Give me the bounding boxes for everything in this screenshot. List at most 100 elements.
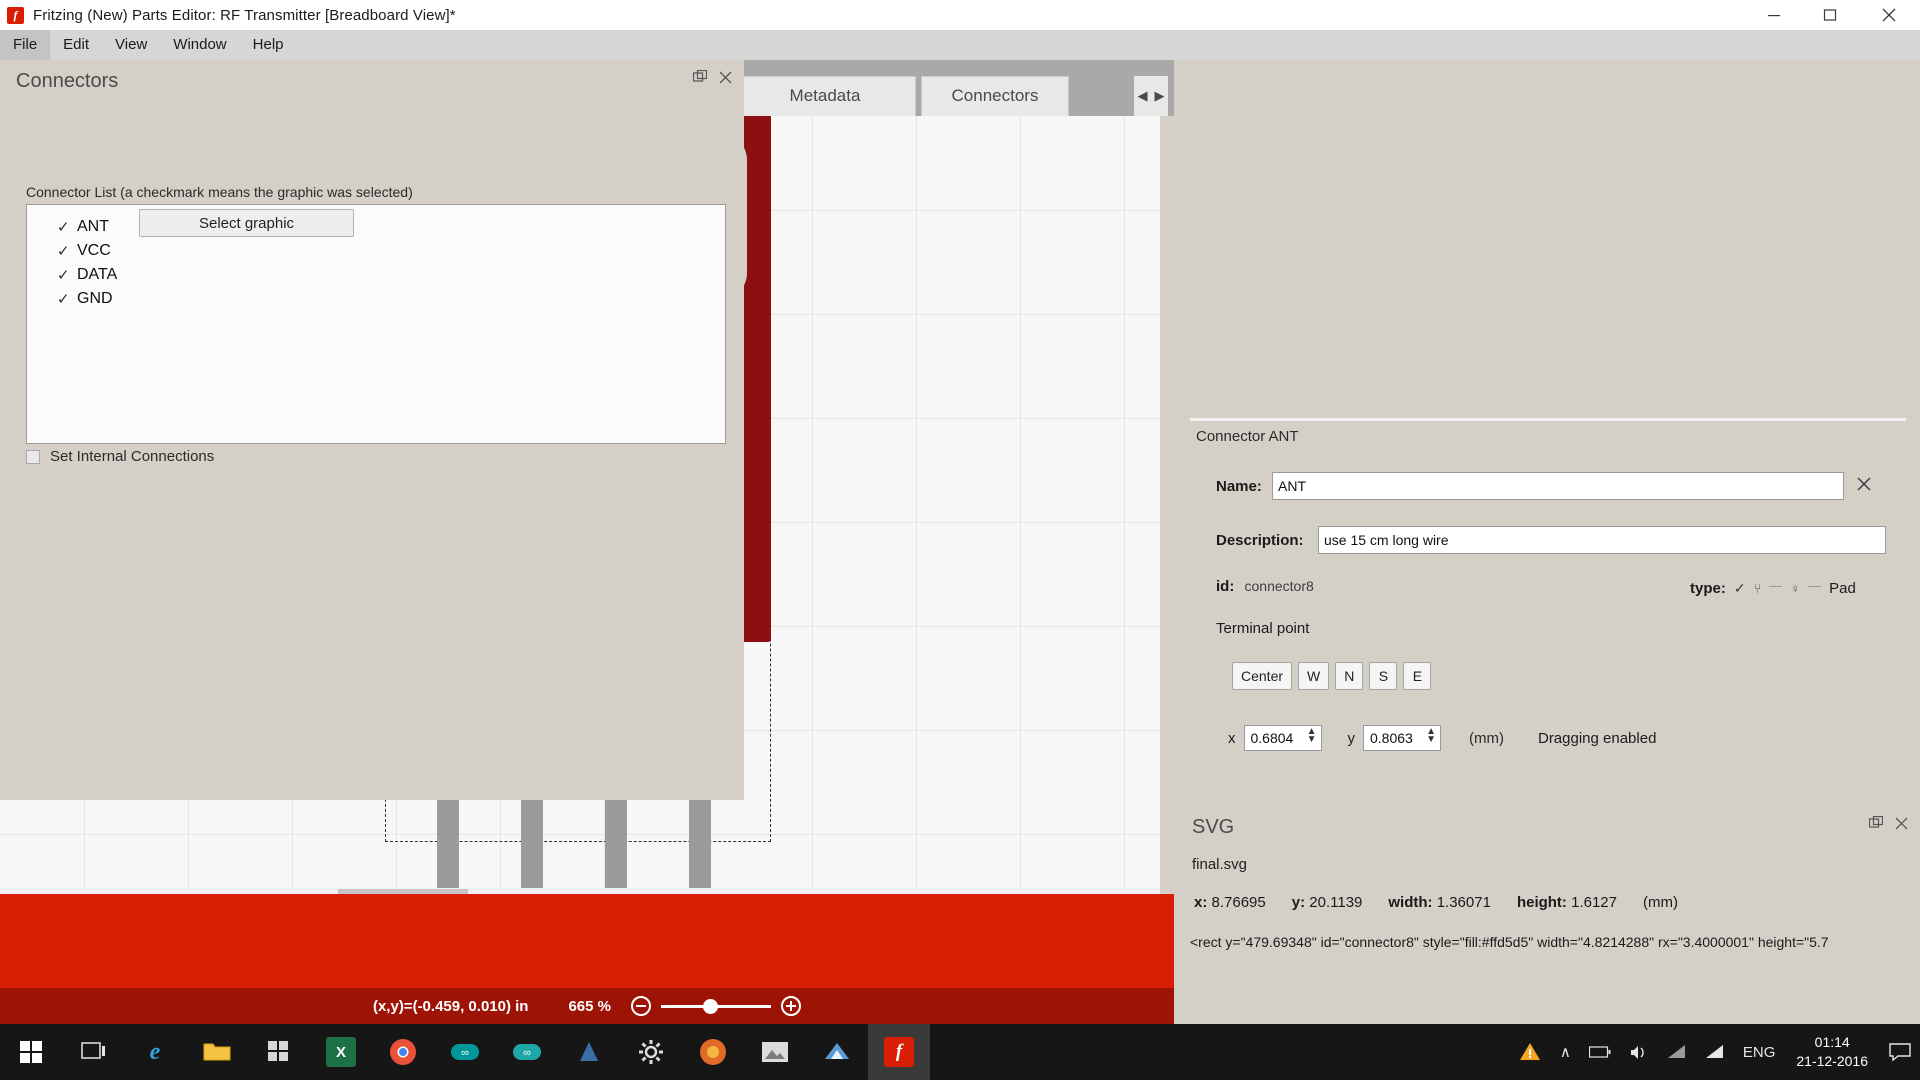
close-icon[interactable] <box>1895 817 1908 833</box>
chevron-up-icon[interactable]: ∧ <box>1551 1043 1580 1061</box>
minimize-button[interactable] <box>1746 0 1802 30</box>
svg-metrics: x: 8.76695 y: 20.1139 width: 1.36071 hei… <box>1194 894 1678 911</box>
tab-scroll-right-icon[interactable]: ▶ <box>1151 76 1168 116</box>
connector-name-vcc: VCC <box>77 242 111 259</box>
connector-list-item-vcc[interactable]: ✓ VCC <box>27 239 725 263</box>
svg-metric-x: x: 8.76695 <box>1194 894 1266 911</box>
taskbar-clock[interactable]: 01:14 21-12-2016 <box>1784 1033 1880 1071</box>
connector-name-data: DATA <box>77 266 118 283</box>
connector-list[interactable]: ✓ ANT ✓ VCC ✓ DATA ✓ GND Select graphic <box>26 204 726 444</box>
maximize-button[interactable] <box>1802 0 1858 30</box>
float-icon[interactable] <box>1868 815 1884 833</box>
window-title: Fritzing (New) Parts Editor: RF Transmit… <box>33 6 456 24</box>
connector-list-item-gnd[interactable]: ✓ GND <box>27 287 725 311</box>
svg-metric-y: y: 20.1139 <box>1292 894 1363 911</box>
menu-view[interactable]: View <box>102 30 160 60</box>
connectors-panel: Connectors Connector List (a checkmark m… <box>0 60 744 800</box>
x-label: x <box>1228 729 1236 747</box>
type-option-female-icon[interactable]: ⑂ <box>1754 581 1762 596</box>
chrome-icon[interactable] <box>372 1024 434 1080</box>
battery-icon[interactable] <box>1580 1045 1620 1059</box>
type-label: type: <box>1690 580 1726 597</box>
close-icon[interactable] <box>719 71 732 87</box>
firefox-icon[interactable] <box>682 1024 744 1080</box>
connector-name-gnd: GND <box>77 290 113 307</box>
svg-metric-units: (mm) <box>1643 894 1678 911</box>
language-indicator[interactable]: ENG <box>1734 1044 1785 1061</box>
connector-name-input[interactable]: ANT <box>1272 472 1844 500</box>
svg-panel: SVG final.svg x: 8.76695 y: 20.1139 widt… <box>1176 806 1920 1024</box>
title-bar: f Fritzing (New) Parts Editor: RF Transm… <box>0 0 1920 30</box>
svg-metric-width-value: 1.36071 <box>1436 894 1491 911</box>
type-option-blank2[interactable] <box>1808 586 1822 599</box>
terminal-btn-n[interactable]: N <box>1335 662 1364 690</box>
svg-metric-y-key: y: <box>1291 894 1306 911</box>
connector-heading: Connector ANT <box>1196 428 1299 445</box>
menu-file[interactable]: File <box>0 30 51 60</box>
zoom-slider[interactable] <box>661 998 772 1014</box>
settings-icon[interactable] <box>620 1024 682 1080</box>
set-internal-connections-checkbox[interactable] <box>26 449 40 464</box>
type-option-blank1[interactable] <box>1769 586 1783 599</box>
dragging-status: Dragging enabled <box>1537 729 1657 747</box>
select-graphic-button[interactable]: Select graphic <box>139 209 354 237</box>
network-icon[interactable] <box>1658 1044 1696 1060</box>
type-option-male-icon[interactable]: ♀ <box>1790 581 1800 596</box>
tab-scroll-left-icon[interactable]: ◀ <box>1134 76 1151 116</box>
vlc-icon[interactable] <box>558 1024 620 1080</box>
y-spinner[interactable]: 0.8063 ▲ ▼ <box>1363 725 1441 751</box>
connector-list-item-data[interactable]: ✓ DATA <box>27 263 725 287</box>
zoom-control[interactable] <box>631 996 802 1016</box>
set-internal-connections-label: Set Internal Connections <box>50 448 215 465</box>
arduino-icon[interactable]: ∞ <box>434 1024 496 1080</box>
clock-date: 21-12-2016 <box>1796 1053 1868 1069</box>
terminal-coordinates-row: x 0.6804 ▲ ▼ y 0.8063 ▲ ▼ (mm) Dragging en… <box>1228 725 1656 751</box>
svg-text:∞: ∞ <box>461 1047 469 1059</box>
x-spinner[interactable]: 0.6804 ▲ ▼ <box>1243 725 1322 751</box>
clear-name-icon[interactable] <box>1856 476 1872 497</box>
type-option-pad-label[interactable]: Pad <box>1829 580 1856 597</box>
y-spinner-arrows[interactable]: ▲ ▼ <box>1426 727 1436 745</box>
svg-metric-x-value: 8.76695 <box>1211 894 1266 911</box>
connectors-panel-title: Connectors <box>16 69 119 92</box>
type-option-checked-icon[interactable]: ✓ <box>1734 580 1746 597</box>
menu-window[interactable]: Window <box>160 30 239 60</box>
connector-list-item-ant[interactable]: ✓ ANT <box>27 215 725 239</box>
arduino2-icon[interactable]: ∞ <box>496 1024 558 1080</box>
connector-description-input[interactable]: use 15 cm long wire <box>1318 526 1886 554</box>
menu-edit[interactable]: Edit <box>50 30 102 60</box>
x-spinner-arrows[interactable]: ▲ ▼ <box>1307 727 1317 745</box>
file-explorer-icon[interactable] <box>186 1024 248 1080</box>
wifi-icon[interactable] <box>1696 1044 1734 1060</box>
menu-help[interactable]: Help <box>240 30 297 60</box>
start-button[interactable] <box>0 1024 62 1080</box>
fritzing-icon[interactable]: f <box>868 1024 930 1080</box>
tab-connectors[interactable]: Connectors <box>921 76 1069 116</box>
close-button[interactable] <box>1858 0 1920 30</box>
tab-metadata[interactable]: Metadata <box>734 76 916 116</box>
cloud-icon[interactable] <box>806 1024 868 1080</box>
connector-id-row: id: connector8 <box>1216 578 1314 595</box>
terminal-btn-s[interactable]: S <box>1369 662 1398 690</box>
menu-bar: File Edit View Window Help <box>0 30 1920 60</box>
terminal-btn-w[interactable]: W <box>1298 662 1330 690</box>
set-internal-connections-row[interactable]: Set Internal Connections <box>26 448 214 465</box>
system-tray: ∧ ENG 01:14 21-12-2016 <box>1509 1024 1920 1080</box>
photos-icon[interactable] <box>744 1024 806 1080</box>
svg-source-code: <rect y="479.69348" id="connector8" styl… <box>1190 934 1829 950</box>
notification-triangle-icon[interactable] <box>1509 1040 1551 1064</box>
terminal-btn-e[interactable]: E <box>1403 662 1432 690</box>
zoom-slider-knob[interactable] <box>703 998 719 1014</box>
float-icon[interactable] <box>692 69 708 87</box>
volume-icon[interactable] <box>1620 1044 1658 1061</box>
excel-icon[interactable]: X <box>310 1024 372 1080</box>
zoom-out-icon[interactable] <box>631 996 652 1016</box>
terminal-btn-center[interactable]: Center <box>1232 662 1293 690</box>
cursor-coordinates: (x,y)=(-0.459, 0.010) in <box>372 997 529 1015</box>
connector-section-divider <box>1190 418 1906 421</box>
task-view-button[interactable] <box>62 1024 124 1080</box>
edge-icon[interactable]: e <box>124 1024 186 1080</box>
action-center-icon[interactable] <box>1880 1042 1920 1062</box>
store-icon[interactable] <box>248 1024 310 1080</box>
zoom-in-icon[interactable] <box>781 996 802 1016</box>
